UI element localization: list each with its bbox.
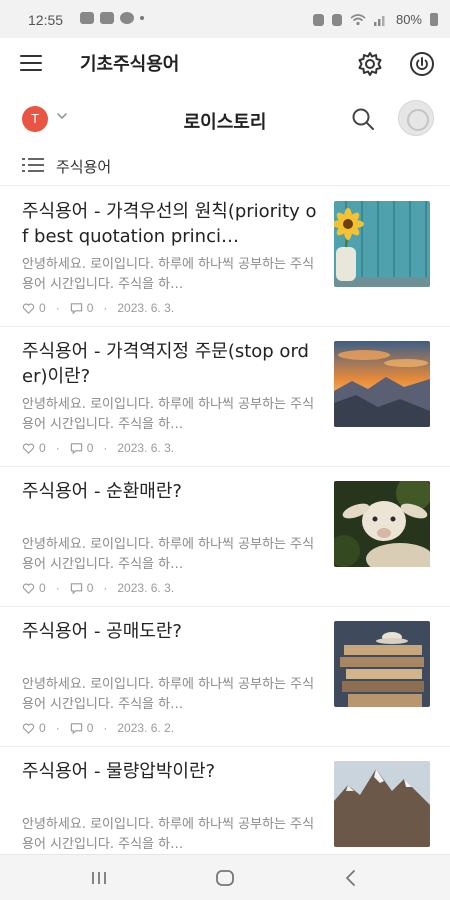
like-count: 0 bbox=[39, 301, 46, 315]
meta-separator: · bbox=[55, 721, 60, 735]
comment-icon[interactable] bbox=[70, 302, 83, 315]
meta-separator: · bbox=[55, 581, 60, 595]
post-item[interactable]: 주식용어 - 가격우선의 원칙(priority of best quotati… bbox=[0, 187, 450, 327]
blog-name[interactable]: 로이스토리 bbox=[0, 108, 450, 134]
post-item[interactable]: 주식용어 - 공매도란? 안녕하세요. 로이입니다. 하루에 하나씩 공부하는 … bbox=[0, 607, 450, 747]
system-navigation-bar bbox=[0, 854, 450, 900]
comment-count: 0 bbox=[86, 721, 94, 735]
status-system-icons: 80% bbox=[312, 12, 438, 27]
post-date: 2023. 6. 3. bbox=[117, 301, 175, 315]
battery-percent: 80% bbox=[395, 12, 422, 27]
meta-separator: · bbox=[55, 441, 60, 455]
wifi-icon bbox=[350, 13, 366, 25]
power-icon[interactable] bbox=[408, 50, 436, 78]
status-time: 12:55 bbox=[28, 12, 64, 28]
post-date: 2023. 6. 3. bbox=[117, 581, 175, 595]
chat-icon bbox=[120, 12, 134, 24]
category-label: 주식용어 bbox=[56, 158, 112, 176]
avatar[interactable] bbox=[398, 100, 434, 136]
alarm-icon bbox=[312, 13, 324, 26]
heart-icon[interactable] bbox=[22, 302, 35, 315]
mute-icon bbox=[331, 13, 342, 26]
meta-separator: · bbox=[103, 581, 108, 595]
meta-separator: · bbox=[103, 721, 108, 735]
more-notifications-dot bbox=[140, 16, 144, 20]
signal-icon bbox=[373, 15, 385, 26]
menu-icon[interactable] bbox=[20, 55, 42, 73]
post-excerpt: 안녕하세요. 로이입니다. 하루에 하나씩 공부하는 주식용어 시간입니다. 주… bbox=[22, 397, 315, 432]
heart-icon[interactable] bbox=[22, 442, 35, 455]
gear-icon[interactable] bbox=[356, 50, 384, 78]
post-meta: 0 · 0 · 2023. 6. 3. bbox=[22, 301, 318, 315]
post-meta: 0 · 0 · 2023. 6. 3. bbox=[22, 441, 318, 455]
like-count: 0 bbox=[39, 581, 46, 595]
back-icon[interactable] bbox=[340, 867, 362, 889]
post-title[interactable]: 주식용어 - 가격우선의 원칙(priority of best quotati… bbox=[22, 199, 318, 249]
post-meta: 0 · 0 · 2023. 6. 3. bbox=[22, 581, 318, 595]
post-thumbnail-sheep[interactable] bbox=[334, 481, 430, 567]
status-notification-icons bbox=[80, 12, 144, 24]
meta-separator: · bbox=[103, 441, 108, 455]
post-title[interactable]: 주식용어 - 순환매란? bbox=[22, 479, 318, 529]
post-title[interactable]: 주식용어 - 물량압박이란? bbox=[22, 759, 318, 809]
category-row[interactable]: 주식용어 bbox=[0, 148, 450, 186]
post-meta: 0 · 0 · 2023. 6. 2. bbox=[22, 721, 318, 735]
comment-icon[interactable] bbox=[70, 582, 83, 595]
battery-icon bbox=[430, 13, 438, 26]
notification-icon bbox=[80, 12, 94, 24]
heart-icon[interactable] bbox=[22, 722, 35, 735]
post-list: 주식용어 - 가격우선의 원칙(priority of best quotati… bbox=[0, 187, 450, 887]
post-date: 2023. 6. 3. bbox=[117, 441, 175, 455]
post-excerpt: 안녕하세요. 로이입니다. 하루에 하나씩 공부하는 주식용어 시간입니다. 주… bbox=[22, 677, 315, 712]
comment-count: 0 bbox=[86, 301, 94, 315]
post-thumbnail-mountain[interactable] bbox=[334, 761, 430, 847]
app-bar: 기초주식용어 bbox=[0, 38, 450, 90]
post-title[interactable]: 주식용어 - 공매도란? bbox=[22, 619, 318, 669]
heart-icon[interactable] bbox=[22, 582, 35, 595]
like-count: 0 bbox=[39, 721, 46, 735]
post-thumbnail-sunflower[interactable] bbox=[334, 201, 430, 287]
app-title: 기초주식용어 bbox=[80, 54, 180, 75]
post-title[interactable]: 주식용어 - 가격역지정 주문(stop order)이란? bbox=[22, 339, 318, 389]
post-excerpt: 안녕하세요. 로이입니다. 하루에 하나씩 공부하는 주식용어 시간입니다. 주… bbox=[22, 257, 315, 292]
post-date: 2023. 6. 2. bbox=[117, 721, 175, 735]
like-count: 0 bbox=[39, 441, 46, 455]
comment-icon[interactable] bbox=[70, 722, 83, 735]
blog-header: T 로이스토리 bbox=[0, 96, 450, 144]
post-item[interactable]: 주식용어 - 순환매란? 안녕하세요. 로이입니다. 하루에 하나씩 공부하는 … bbox=[0, 467, 450, 607]
post-thumbnail-books[interactable] bbox=[334, 621, 430, 707]
post-excerpt: 안녕하세요. 로이입니다. 하루에 하나씩 공부하는 주식용어 시간입니다. 주… bbox=[22, 817, 315, 852]
search-icon[interactable] bbox=[350, 106, 376, 132]
recent-apps-icon[interactable] bbox=[88, 867, 110, 889]
home-icon[interactable] bbox=[214, 867, 236, 889]
meta-separator: · bbox=[103, 301, 108, 315]
comment-count: 0 bbox=[86, 581, 94, 595]
post-excerpt: 안녕하세요. 로이입니다. 하루에 하나씩 공부하는 주식용어 시간입니다. 주… bbox=[22, 537, 315, 572]
status-bar: 12:55 80% bbox=[0, 0, 450, 38]
post-item[interactable]: 주식용어 - 가격역지정 주문(stop order)이란? 안녕하세요. 로이… bbox=[0, 327, 450, 467]
meta-separator: · bbox=[55, 301, 60, 315]
list-icon bbox=[22, 158, 44, 172]
post-thumbnail-sunset[interactable] bbox=[334, 341, 430, 427]
notification-icon bbox=[100, 12, 114, 24]
comment-icon[interactable] bbox=[70, 442, 83, 455]
comment-count: 0 bbox=[86, 441, 94, 455]
